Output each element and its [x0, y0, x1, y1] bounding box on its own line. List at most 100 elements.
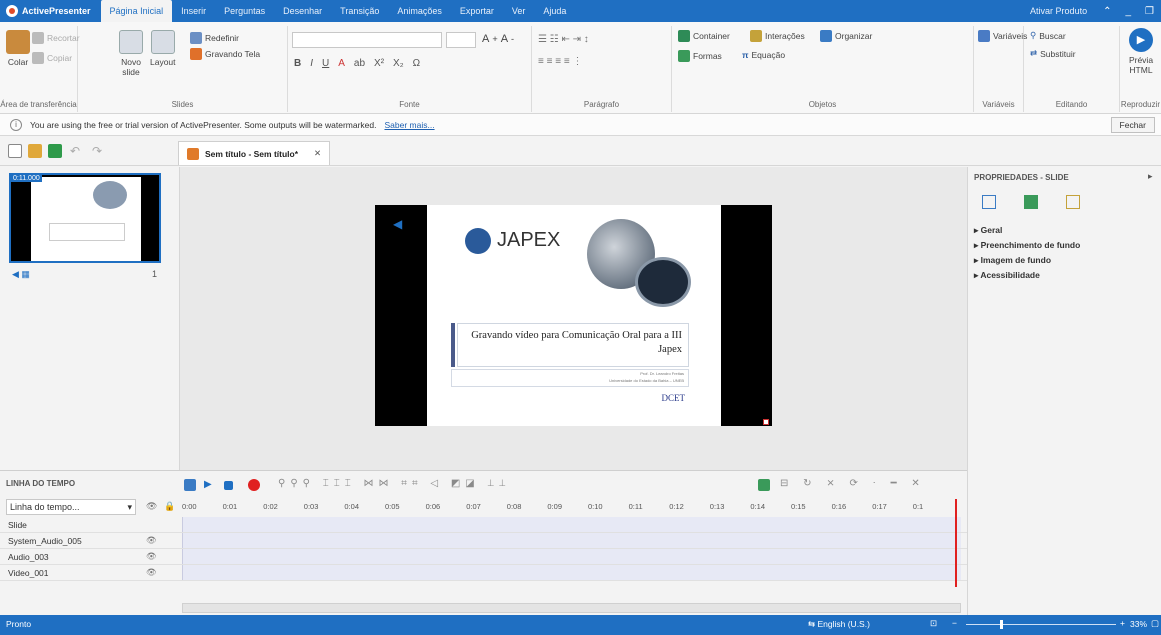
- underline-button[interactable]: U: [322, 58, 329, 69]
- play-timeline-icon[interactable]: ▶: [204, 479, 216, 491]
- learn-more-link[interactable]: Saber mais...: [384, 120, 434, 130]
- italic-button[interactable]: I: [310, 58, 313, 69]
- redo-icon[interactable]: ↷: [92, 144, 106, 158]
- track-row-slide[interactable]: Slide: [0, 517, 967, 533]
- playhead[interactable]: [955, 499, 957, 587]
- tab-ajuda[interactable]: Ajuda: [534, 0, 575, 22]
- shapes-button[interactable]: Formas: [678, 50, 722, 62]
- zoom-out-icon[interactable]: −: [952, 618, 957, 628]
- section-fill[interactable]: ▸ Preenchimento de fundo: [974, 238, 1080, 253]
- special-char-icon[interactable]: Ω: [413, 58, 420, 69]
- replace-button[interactable]: ⇄ Substituir: [1030, 48, 1076, 59]
- lock-icon[interactable]: 🔒: [164, 501, 175, 512]
- tab-transicao[interactable]: Transição: [331, 0, 388, 22]
- undo-icon[interactable]: ↶: [70, 144, 84, 158]
- panel-close-icon[interactable]: ▸: [1148, 171, 1153, 182]
- font-color-icon[interactable]: A: [338, 58, 345, 69]
- app-name: ActivePresenter: [22, 6, 91, 16]
- track-slide-bar[interactable]: [182, 517, 961, 532]
- track-visibility-icon[interactable]: 👁: [146, 535, 157, 546]
- language-indicator[interactable]: ⇆ English (U.S.): [808, 619, 870, 630]
- superscript-icon[interactable]: X²: [374, 58, 384, 69]
- fit-window-icon[interactable]: ▢: [1151, 618, 1159, 629]
- fit-icon[interactable]: ⊡: [930, 618, 937, 629]
- tab-exportar[interactable]: Exportar: [451, 0, 503, 22]
- group-play: ▶ Prévia HTML Reproduzir: [1120, 26, 1161, 112]
- collapse-ribbon-icon[interactable]: ⌃: [1096, 6, 1118, 17]
- cut-button[interactable]: Recortar: [32, 32, 80, 44]
- tab-perguntas[interactable]: Perguntas: [215, 0, 274, 22]
- variables-button[interactable]: Variáveis: [978, 30, 1027, 42]
- zoom-slider[interactable]: [966, 624, 1116, 625]
- app-menu-button[interactable]: ActivePresenter: [0, 5, 101, 17]
- grid-icon[interactable]: [758, 479, 770, 491]
- minimize-icon[interactable]: _: [1118, 6, 1138, 17]
- tab-pagina-inicial[interactable]: Página Inicial: [100, 0, 173, 22]
- timeline-select[interactable]: Linha do tempo... ▾: [6, 499, 136, 515]
- open-folder-icon[interactable]: [28, 144, 42, 158]
- interactions-button[interactable]: Interações: [750, 30, 805, 42]
- stop-icon[interactable]: [224, 481, 233, 490]
- zoom-slider-thumb[interactable]: [1000, 620, 1003, 629]
- visibility-icon[interactable]: 👁: [146, 501, 157, 512]
- track-row-video[interactable]: Video_001 👁: [0, 565, 967, 581]
- record-screen-button[interactable]: Gravando Tela: [190, 48, 260, 60]
- tab-animacoes[interactable]: Animações: [388, 0, 451, 22]
- close-message-button[interactable]: Fechar: [1110, 116, 1155, 133]
- new-file-icon[interactable]: [8, 144, 22, 158]
- fill-tab-icon[interactable]: [1024, 195, 1038, 209]
- section-geral[interactable]: ▸ Geral: [974, 223, 1080, 238]
- ruler-tick-label: 0:13: [709, 502, 725, 511]
- track-system-audio-bar[interactable]: [182, 533, 961, 548]
- tab-desenhar[interactable]: Desenhar: [274, 0, 331, 22]
- track-row-audio[interactable]: Audio_003 👁: [0, 549, 967, 565]
- track-video-bar[interactable]: [182, 565, 961, 580]
- timeline-scrollbar[interactable]: [182, 603, 961, 613]
- layout-button[interactable]: Layout: [150, 30, 176, 67]
- zoom-in-icon[interactable]: +: [1120, 618, 1125, 628]
- font-grow-shrink[interactable]: A + A-: [482, 33, 514, 45]
- timeline-tools-right[interactable]: ⊟ ↻ ⨯ ⟳ ⋅ ━ ✕: [780, 478, 926, 489]
- organize-button[interactable]: Organizar: [820, 30, 872, 42]
- media-tab-icon[interactable]: [1066, 195, 1080, 209]
- search-button[interactable]: ⚲ Buscar: [1030, 30, 1066, 41]
- resize-handle[interactable]: [763, 419, 769, 425]
- restore-icon[interactable]: ❐: [1138, 6, 1161, 17]
- font-family-select[interactable]: [292, 32, 442, 48]
- copy-button[interactable]: Copiar: [32, 52, 72, 64]
- document-tab[interactable]: Sem título - Sem título* ✕: [178, 141, 331, 165]
- bold-button[interactable]: B: [294, 58, 301, 69]
- add-track-icon[interactable]: [184, 479, 196, 491]
- paste-button[interactable]: Colar: [6, 30, 30, 67]
- track-audio-bar[interactable]: [182, 549, 961, 564]
- container-button[interactable]: Container: [678, 30, 730, 42]
- timeline-ruler[interactable]: 0:00 0:01 0:02 0:03 0:04 0:05 0:06 0:07 0:08 0:09…: [182, 499, 961, 515]
- reset-button[interactable]: Redefinir: [190, 32, 239, 44]
- font-size-select[interactable]: [446, 32, 476, 48]
- tab-ver[interactable]: Ver: [503, 0, 535, 22]
- ruler-tick-label: 0:09: [547, 502, 562, 511]
- tab-inserir[interactable]: Inserir: [172, 0, 215, 22]
- activate-product-button[interactable]: Ativar Produto: [1021, 0, 1096, 22]
- preview-html-button[interactable]: ▶ Prévia HTML: [1124, 28, 1158, 75]
- track-row-system-audio[interactable]: System_Audio_005 👁: [0, 533, 967, 549]
- equation-button[interactable]: π Equação: [742, 50, 785, 60]
- section-accessibility[interactable]: ▸ Acessibilidade: [974, 268, 1080, 283]
- slide-content[interactable]: JAPEX Gravando vídeo para Comunicação Or…: [427, 205, 721, 426]
- subscript-icon[interactable]: X₂: [393, 58, 404, 69]
- general-tab-icon[interactable]: [982, 195, 996, 209]
- list-buttons[interactable]: ☰ ☷ ⇤ ⇥ ↕: [538, 34, 589, 45]
- track-visibility-icon[interactable]: 👁: [146, 567, 157, 578]
- record-icon[interactable]: [248, 479, 260, 491]
- speaker-marker-icon[interactable]: ◀: [393, 217, 402, 231]
- highlight-icon[interactable]: ab: [354, 58, 365, 69]
- slide-thumbnail[interactable]: 0:11.000: [9, 173, 161, 263]
- new-slide-button[interactable]: Novo slide: [118, 30, 144, 77]
- section-background-image[interactable]: ▸ Imagem de fundo: [974, 253, 1080, 268]
- track-visibility-icon[interactable]: 👁: [146, 551, 157, 562]
- timeline-toolbar: ▶ ⚲⚲⚲ ⌶⌶⌶ ⋈⋈ ⌗⌗ ◁ ◩◪ ⟂⟂ ⊟ ↻ ⨯ ⟳ ⋅ ━ ✕: [180, 471, 967, 497]
- close-tab-icon[interactable]: ✕: [314, 148, 321, 159]
- save-icon[interactable]: [48, 144, 62, 158]
- timeline-tools[interactable]: ⚲⚲⚲ ⌶⌶⌶ ⋈⋈ ⌗⌗ ◁ ◩◪ ⟂⟂: [278, 478, 510, 489]
- align-buttons[interactable]: ≡ ≡ ≡ ≡ ⋮: [538, 56, 582, 67]
